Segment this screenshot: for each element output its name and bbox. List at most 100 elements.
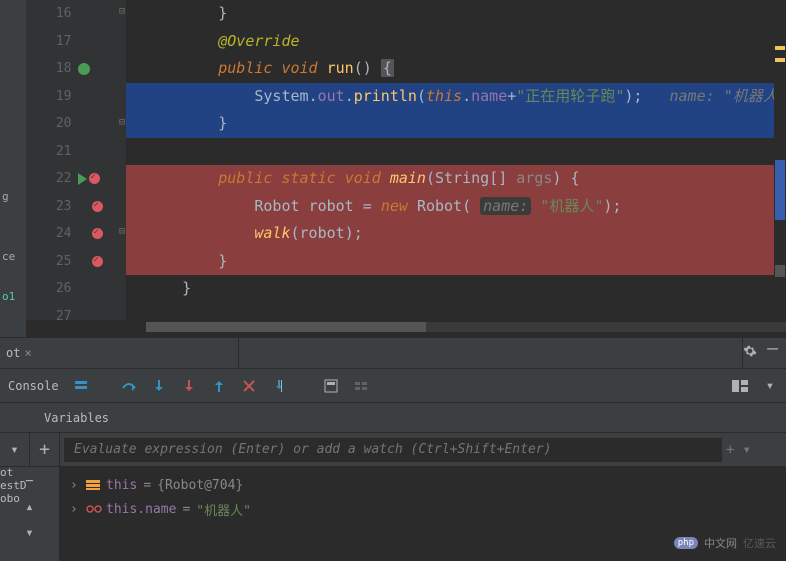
scroll-marker-warn[interactable]	[775, 46, 785, 50]
scrollbar-thumb[interactable]	[146, 322, 426, 332]
variables-panel: − ▴ ▾ ot estD obo › this = {Robot@704} ›…	[0, 467, 786, 561]
line-number: 25	[26, 254, 78, 269]
step-over-icon[interactable]	[121, 378, 137, 394]
variable-row[interactable]: › this.name = "机器人"	[70, 497, 776, 521]
var-name: this.name	[106, 502, 176, 517]
inline-hint: name:	[670, 87, 715, 105]
chevron-down-icon[interactable]: ▾	[742, 442, 750, 458]
editor-tab-bar: ot × —	[0, 337, 786, 369]
breakpoint-icon[interactable]	[89, 173, 100, 184]
code-editor[interactable]: 16⊟ 17 18⊟ 19 20⊟ 21 22⊟ 23 24 25⊟ 26 27…	[26, 0, 786, 337]
breakpoint-icon[interactable]	[92, 201, 103, 212]
brace: }	[218, 4, 227, 22]
line-number: 21	[26, 144, 78, 159]
breakpoint-icon[interactable]	[92, 228, 103, 239]
frames-bar: − ▴ ▾ ot estD obo	[0, 467, 60, 561]
frame-label[interactable]: obo	[0, 492, 27, 505]
breadcrumb[interactable]	[238, 338, 743, 368]
minimize-icon[interactable]: —	[767, 344, 778, 362]
expand-icon[interactable]: ›	[70, 502, 80, 517]
ctor: Robot	[417, 197, 462, 215]
tab-label: ot	[6, 346, 20, 360]
threads-icon[interactable]	[73, 378, 89, 394]
brace: }	[218, 252, 227, 270]
scroll-marker-sel[interactable]	[775, 160, 785, 220]
method-name: main	[390, 169, 426, 187]
php-logo: php	[674, 537, 698, 549]
evaluate-icon[interactable]	[323, 378, 339, 394]
keyword: void	[345, 169, 381, 187]
var-value: "机器人"	[196, 500, 251, 519]
brace: {	[381, 59, 394, 77]
line-number: 27	[26, 309, 78, 324]
close-icon[interactable]: ×	[24, 346, 31, 360]
editor-scroll-gutter[interactable]	[774, 0, 786, 320]
watermark: php 中文网 亿速云	[674, 535, 776, 551]
line-number: 23	[26, 199, 78, 214]
add-watch-icon[interactable]: +	[726, 442, 734, 458]
line-number: 22	[26, 171, 78, 186]
field: out	[318, 87, 345, 105]
file-tab[interactable]: ot ×	[0, 346, 38, 360]
up-icon[interactable]: ▴	[25, 499, 33, 515]
string-literal: "机器人"	[540, 197, 603, 215]
scroll-marker[interactable]	[775, 265, 785, 277]
var-sep: =	[143, 478, 151, 493]
keyword: public	[218, 59, 272, 77]
identifier: System	[254, 87, 308, 105]
watermark-text: 亿速云	[743, 535, 776, 551]
line-number: 26	[26, 281, 78, 296]
variable-row[interactable]: › this = {Robot@704}	[70, 473, 776, 497]
breakpoint-icon[interactable]	[92, 256, 103, 267]
this-keyword: this	[426, 87, 462, 105]
line-number: 17	[26, 34, 78, 49]
watch-row: ▾ + + ▾	[0, 433, 786, 467]
line-number: 16	[26, 6, 78, 21]
var-sep: =	[182, 502, 190, 517]
annotation: @Override	[218, 32, 299, 50]
down-icon[interactable]: ▾	[25, 525, 33, 541]
string-literal: "正在用轮子跑"	[516, 87, 624, 105]
force-step-into-icon[interactable]	[211, 378, 227, 394]
chevron-down-icon[interactable]: ▾	[762, 378, 778, 394]
keyword: public	[218, 169, 272, 187]
editor-gutter[interactable]: 16⊟ 17 18⊟ 19 20⊟ 21 22⊟ 23 24 25⊟ 26 27	[26, 0, 126, 320]
variable: robot	[309, 197, 354, 215]
brace: }	[182, 279, 191, 297]
drop-frame-icon[interactable]	[241, 378, 257, 394]
add-icon[interactable]: +	[30, 433, 60, 466]
trace-icon[interactable]	[353, 378, 369, 394]
step-out-icon[interactable]	[181, 378, 197, 394]
horizontal-scrollbar[interactable]	[146, 322, 786, 332]
variables-header: Variables	[0, 403, 786, 433]
override-icon[interactable]	[78, 63, 90, 75]
frame-label[interactable]: estD	[0, 479, 27, 492]
expand-icon[interactable]: ›	[70, 478, 80, 493]
watch-input[interactable]	[64, 438, 722, 462]
type: Robot	[254, 197, 299, 215]
console-tab[interactable]: Console	[8, 379, 59, 393]
run-to-cursor-icon[interactable]	[271, 378, 287, 394]
fold-icon[interactable]: ⊟	[119, 336, 131, 337]
chevron-down-icon[interactable]: ▾	[0, 433, 30, 466]
step-into-icon[interactable]	[151, 378, 167, 394]
scroll-marker-warn[interactable]	[775, 58, 785, 62]
var-value: {Robot@704}	[157, 478, 243, 493]
param-hint: name:	[480, 197, 531, 215]
layout-icon[interactable]	[732, 378, 748, 394]
type: String	[435, 169, 489, 187]
run-icon[interactable]	[78, 173, 87, 185]
remove-icon[interactable]: −	[25, 473, 33, 489]
line-number: 24	[26, 226, 78, 241]
method-name: run	[327, 59, 354, 77]
variables-title: Variables	[44, 411, 109, 425]
inline-hint-val: "机器人	[724, 87, 778, 105]
arg: robot	[300, 224, 345, 242]
code-area[interactable]: } @Override public void run() { System.o…	[126, 0, 774, 330]
var-name: this	[106, 478, 137, 493]
frame-label[interactable]: ot	[0, 466, 27, 479]
tool-window-strip[interactable]: g ce o1	[0, 0, 26, 337]
strip-text: ce	[2, 250, 15, 263]
strip-text: o1	[2, 290, 15, 303]
gear-icon[interactable]	[743, 344, 757, 362]
